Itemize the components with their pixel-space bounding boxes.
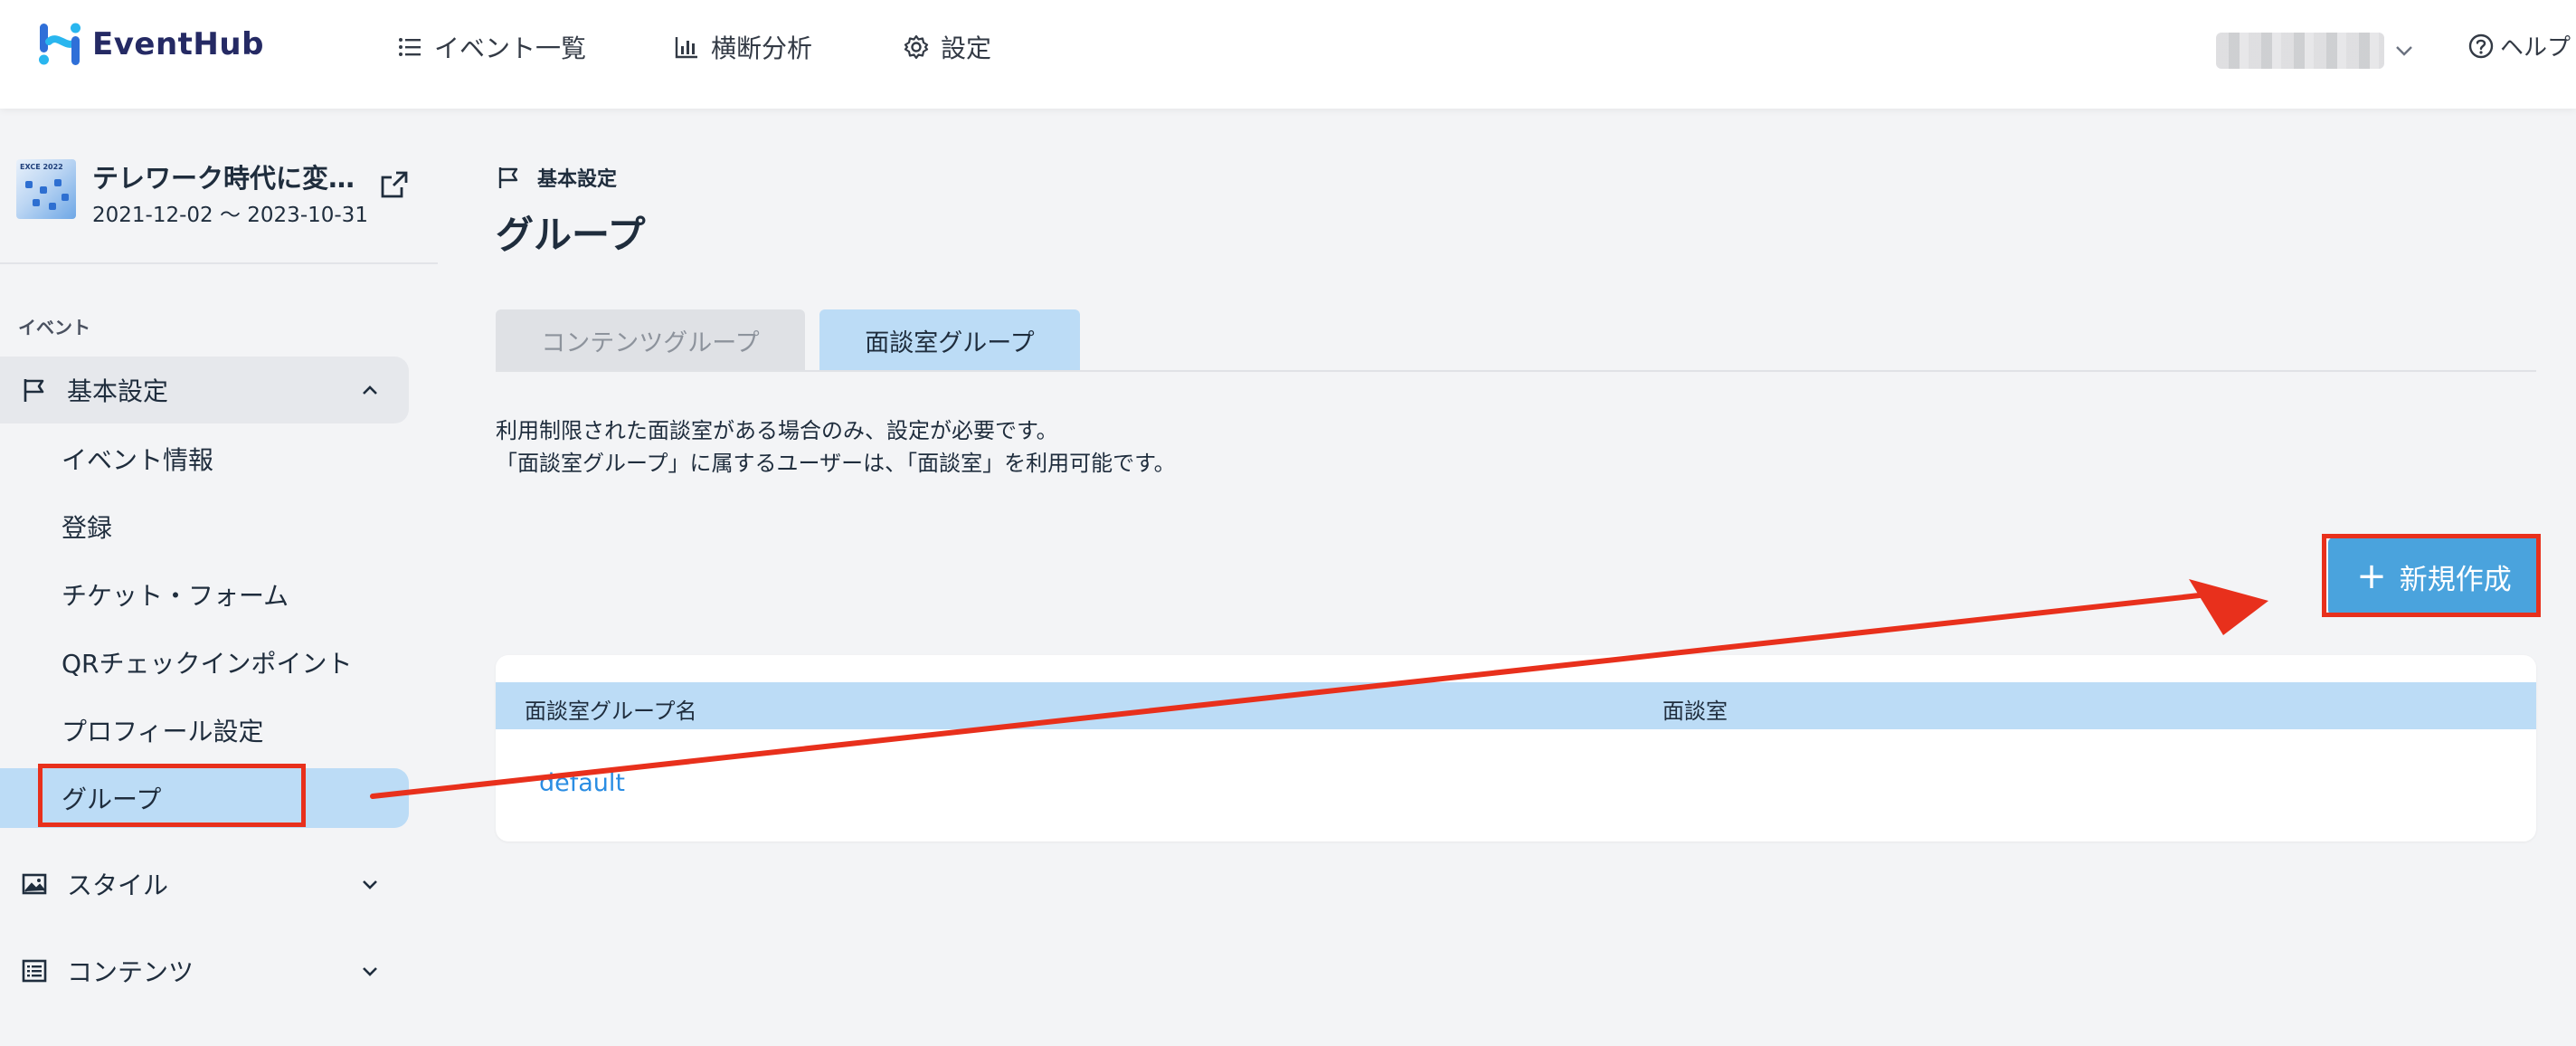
group-name-link[interactable]: default — [539, 769, 625, 797]
nav-label: 設定 — [941, 33, 992, 63]
sidebar-item-registration[interactable]: 登録 — [0, 497, 409, 556]
gear-icon — [904, 34, 929, 60]
sidebar-item-ticket-form[interactable]: チケット・フォーム — [0, 565, 409, 624]
help-label: ヘルプ — [2500, 34, 2571, 62]
sidebar-group-label: 基本設定 — [67, 376, 169, 406]
thumb-block — [49, 203, 56, 210]
nav-label: 横断分析 — [711, 33, 813, 63]
column-header-group-name: 面談室グループ名 — [525, 699, 697, 724]
sidebar-group-contents[interactable]: コンテンツ — [0, 937, 409, 1004]
description: 利用制限された面談室がある場合のみ、設定が必要です。 「面談室グループ」に属する… — [496, 414, 1176, 480]
arrow-head — [2189, 579, 2268, 635]
nav-label: イベント一覧 — [434, 33, 587, 63]
description-line: 「面談室グループ」に属するユーザーは、「面談室」を利用可能です。 — [496, 451, 1176, 476]
help-link[interactable]: ヘルプ — [2467, 29, 2571, 62]
flag-icon — [498, 167, 518, 188]
annotation-highlight-box — [38, 764, 306, 827]
user-menu[interactable] — [2216, 33, 2417, 69]
event-card: EXCE 2022 テレワーク時代に変… 2021-12-02 〜 2023-1… — [16, 157, 423, 239]
sidebar-item-profile-settings[interactable]: プロフィール設定 — [0, 700, 409, 760]
sidebar-group-style[interactable]: スタイル — [0, 851, 409, 918]
description-line: 利用制限された面談室がある場合のみ、設定が必要です。 — [496, 418, 1058, 443]
group-table: 面談室グループ名 面談室 default — [496, 655, 2536, 842]
flag-icon — [24, 379, 44, 402]
thumb-block — [54, 179, 62, 186]
thumb-block — [62, 194, 69, 201]
chevron-down-icon — [2396, 46, 2412, 56]
external-link-icon[interactable] — [378, 168, 411, 201]
tab-meeting-room-group[interactable]: 面談室グループ — [819, 309, 1080, 371]
help-circle-icon — [2468, 33, 2494, 58]
column-header-room: 面談室 — [1662, 699, 1728, 724]
event-title: テレワーク時代に変… — [92, 163, 355, 194]
page-title: グループ — [496, 213, 646, 257]
thumb-block — [33, 199, 40, 206]
sidebar-item-event-info[interactable]: イベント情報 — [0, 429, 409, 489]
tab-content-group[interactable]: コンテンツグループ — [496, 309, 805, 371]
sidebar-group-label: スタイル — [67, 870, 169, 900]
breadcrumb-label: 基本設定 — [537, 168, 618, 191]
nav-settings[interactable]: 設定 — [903, 29, 991, 65]
table-header: 面談室グループ名 面談室 — [496, 682, 2536, 729]
nav-event-list[interactable]: イベント一覧 — [396, 29, 586, 65]
user-name-redacted — [2216, 33, 2384, 69]
top-header: EventHub イベント一覧 横断分析 設定 ヘルプ — [0, 0, 2576, 109]
logo-text: EventHub — [92, 26, 264, 62]
chevron-up-icon — [363, 385, 377, 395]
eventhub-logo-icon — [39, 23, 80, 65]
thumb-block — [25, 181, 33, 188]
bar-chart-icon — [675, 37, 697, 59]
chevron-down-icon — [363, 967, 377, 976]
breadcrumb: 基本設定 — [496, 163, 617, 192]
logo[interactable]: EventHub — [36, 20, 264, 69]
list-box-icon — [22, 959, 47, 983]
sidebar-divider — [0, 262, 438, 264]
image-icon — [22, 873, 47, 895]
event-thumbnail: EXCE 2022 — [16, 159, 76, 219]
nav-cross-analysis[interactable]: 横断分析 — [673, 29, 812, 65]
sidebar-group-label: コンテンツ — [67, 957, 194, 987]
annotation-highlight-box — [2322, 534, 2541, 617]
sidebar-section-label: イベント — [18, 317, 90, 338]
thumb-block — [40, 186, 47, 194]
sidebar: EXCE 2022 テレワーク時代に変… 2021-12-02 〜 2023-1… — [0, 109, 438, 1046]
event-dates: 2021-12-02 〜 2023-10-31 — [92, 204, 368, 227]
event-thumbnail-text: EXCE 2022 — [20, 163, 63, 171]
list-icon — [399, 38, 421, 56]
sidebar-item-qr-checkin[interactable]: QRチェックインポイント — [0, 632, 409, 692]
tab-underline — [496, 370, 2536, 372]
chevron-down-icon — [363, 880, 377, 889]
sidebar-group-basic-settings[interactable]: 基本設定 — [0, 357, 409, 423]
